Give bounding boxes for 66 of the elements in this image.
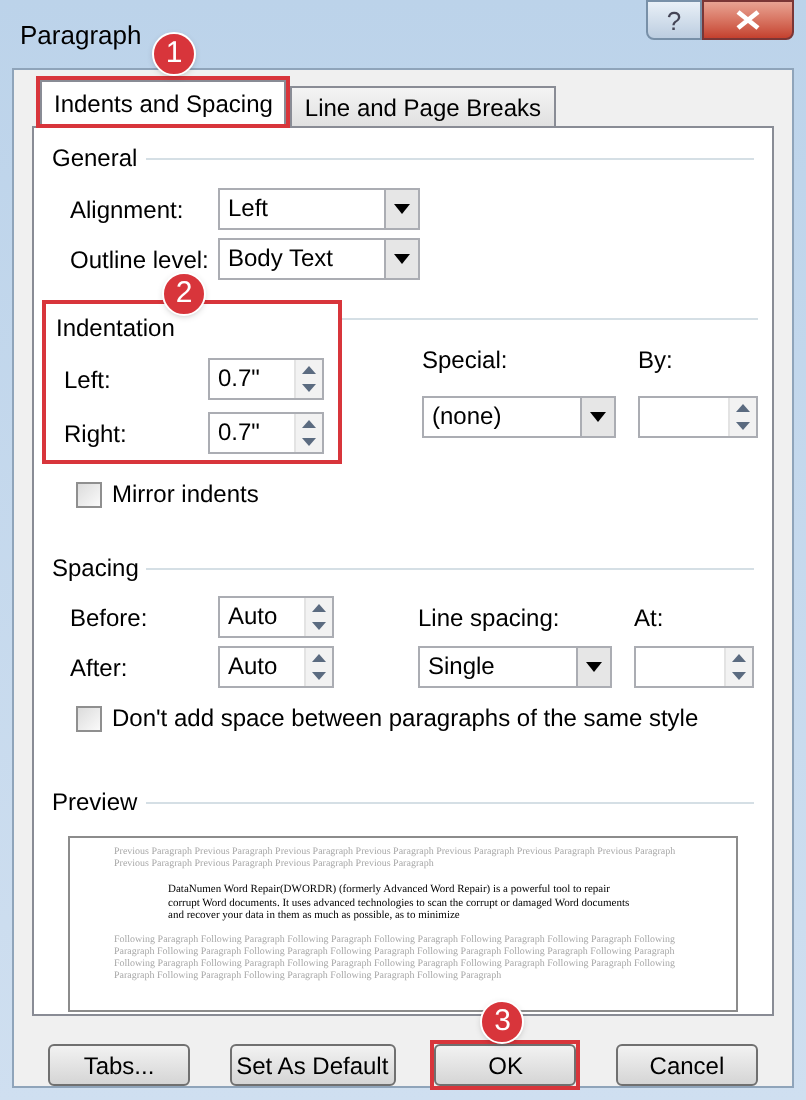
checkbox[interactable] bbox=[76, 705, 102, 731]
dropdown-field[interactable]: Body Text bbox=[218, 238, 420, 280]
spin-up-button[interactable] bbox=[306, 648, 332, 667]
spin-field[interactable]: Auto bbox=[218, 596, 334, 638]
spin-field[interactable]: 0.7" bbox=[208, 358, 324, 400]
close-icon bbox=[736, 10, 760, 30]
up-arrow-icon bbox=[302, 365, 316, 374]
dialog-button[interactable]: OK bbox=[434, 1044, 577, 1086]
field-label: By: bbox=[638, 344, 673, 378]
help-button[interactable]: ? bbox=[646, 0, 702, 40]
caret-icon bbox=[394, 254, 410, 264]
down-arrow-icon bbox=[312, 672, 326, 681]
callout-badge: 1 bbox=[152, 32, 196, 76]
caret-icon bbox=[590, 412, 606, 422]
spin-up-button[interactable] bbox=[306, 598, 332, 617]
spin-up-button[interactable] bbox=[730, 398, 756, 417]
field-label: Mirror indents bbox=[112, 478, 259, 512]
tab[interactable]: Indents and Spacing bbox=[40, 80, 287, 124]
dropdown-button[interactable] bbox=[576, 648, 610, 686]
section-title: General bbox=[52, 142, 138, 176]
spin-field[interactable] bbox=[634, 646, 754, 688]
spin-field[interactable]: 0.7" bbox=[208, 412, 324, 454]
caret-icon bbox=[394, 204, 410, 214]
field-label: Special: bbox=[422, 344, 510, 378]
down-arrow-icon bbox=[302, 384, 316, 393]
spin-field[interactable] bbox=[638, 396, 758, 438]
up-arrow-icon bbox=[312, 653, 326, 662]
field-label: Left: bbox=[64, 363, 113, 397]
up-arrow-icon bbox=[302, 419, 316, 428]
callout-badge: 2 bbox=[162, 272, 206, 316]
field-label: Outline level: bbox=[70, 243, 211, 277]
dropdown-button[interactable] bbox=[384, 240, 418, 278]
field-label: Line spacing: bbox=[418, 601, 562, 635]
section-title: Spacing bbox=[52, 552, 139, 586]
field-label: After: bbox=[70, 651, 130, 685]
field-label: Right: bbox=[64, 417, 129, 451]
dialog-button[interactable]: Set As Default bbox=[229, 1044, 396, 1086]
up-arrow-icon bbox=[736, 403, 750, 412]
field-label: Don't add space between paragraphs of the same style bbox=[112, 702, 699, 736]
close-button[interactable] bbox=[702, 0, 794, 40]
section-title: Preview bbox=[52, 786, 138, 820]
dropdown-button[interactable] bbox=[580, 398, 614, 436]
tab[interactable]: Line and Page Breaks bbox=[290, 86, 556, 126]
spin-up-button[interactable] bbox=[726, 648, 752, 667]
section-title: Indentation bbox=[56, 314, 175, 342]
dropdown-field[interactable]: (none) bbox=[422, 396, 616, 438]
checkbox[interactable] bbox=[76, 481, 102, 507]
window-title: Paragraph bbox=[18, 18, 142, 55]
spin-up-button[interactable] bbox=[296, 414, 322, 433]
dropdown-field[interactable]: Single bbox=[418, 646, 612, 688]
spin-up-button[interactable] bbox=[296, 360, 322, 379]
up-arrow-icon bbox=[312, 603, 326, 612]
caret-icon bbox=[586, 662, 602, 672]
field-label: Alignment: bbox=[70, 193, 186, 227]
down-arrow-icon bbox=[312, 622, 326, 631]
down-arrow-icon bbox=[302, 438, 316, 447]
dropdown-button[interactable] bbox=[384, 190, 418, 228]
down-arrow-icon bbox=[732, 672, 746, 681]
dropdown-field[interactable]: Left bbox=[218, 188, 420, 230]
up-arrow-icon bbox=[732, 653, 746, 662]
down-arrow-icon bbox=[736, 422, 750, 431]
dialog-button[interactable]: Cancel bbox=[615, 1044, 758, 1086]
field-label: At: bbox=[634, 601, 664, 635]
field-label: Before: bbox=[70, 601, 150, 635]
spin-field[interactable]: Auto bbox=[218, 646, 334, 688]
dialog-button[interactable]: Tabs... bbox=[48, 1044, 190, 1086]
